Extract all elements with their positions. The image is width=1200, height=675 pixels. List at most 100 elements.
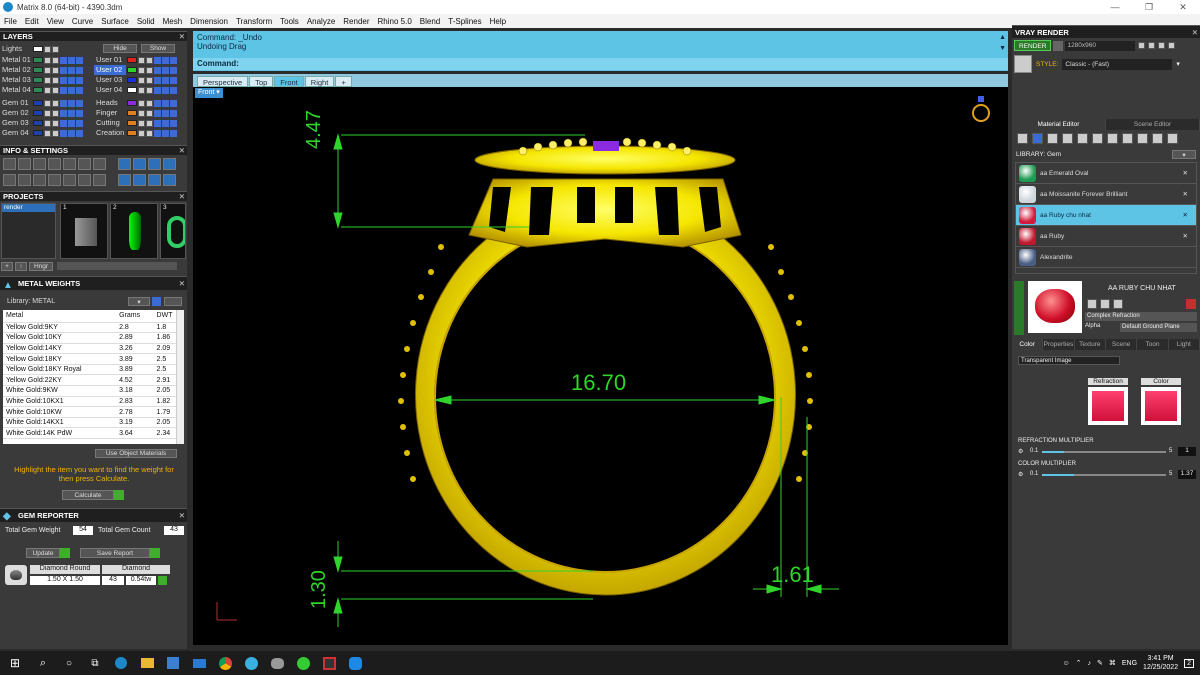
- style-thumbnail-icon[interactable]: [1014, 55, 1032, 73]
- tab-front[interactable]: Front: [274, 76, 304, 87]
- table-row[interactable]: Yellow Gold:18KY Royal 3.89 2.5: [3, 364, 184, 376]
- grid-view-icon[interactable]: [3, 174, 16, 186]
- material-action-2-icon[interactable]: [1100, 299, 1110, 309]
- layer-more-icon[interactable]: [170, 66, 177, 74]
- material-library-select[interactable]: ▾: [1172, 149, 1196, 159]
- tab-properties[interactable]: Properties: [1043, 339, 1075, 350]
- layer-lock-icon[interactable]: [138, 129, 145, 137]
- layer-option-icon[interactable]: [162, 129, 169, 137]
- layer-visible-icon[interactable]: [52, 76, 59, 84]
- layer-row[interactable]: User 03: [94, 75, 186, 85]
- viewport-front[interactable]: Front ▾ 4.47 16.70 1.30 1.61: [193, 87, 1008, 645]
- layer-more-icon[interactable]: [170, 119, 177, 127]
- vray-icon-d[interactable]: [1168, 42, 1176, 49]
- layer-option-icon[interactable]: [68, 109, 75, 117]
- layer-more-icon[interactable]: [170, 56, 177, 64]
- table-row[interactable]: White Gold:10KX1 2.83 1.82: [3, 396, 184, 408]
- layer-lock-icon[interactable]: [44, 56, 51, 64]
- metal-weights-table[interactable]: Metal Grams DWT Yellow Gold:9KY 2.8 1.8 Yellow…: [3, 310, 184, 444]
- material-tool-8-icon[interactable]: [1122, 133, 1133, 144]
- scroll-up-icon[interactable]: ▲: [999, 34, 1006, 41]
- menu-blend[interactable]: Blend: [416, 17, 444, 26]
- layer-color-swatch[interactable]: [127, 67, 137, 73]
- layer-color-swatch[interactable]: [127, 77, 137, 83]
- tab-perspective[interactable]: Perspective: [197, 76, 249, 87]
- add-project-button[interactable]: +: [1, 262, 13, 271]
- tool-b-icon[interactable]: [133, 174, 146, 186]
- library-select[interactable]: ▾: [128, 297, 150, 306]
- project-thumb-3[interactable]: 3: [160, 203, 186, 259]
- upload-project-button[interactable]: ↑: [15, 262, 27, 271]
- layer-visible-icon[interactable]: [52, 86, 59, 94]
- menu-edit[interactable]: Edit: [21, 17, 43, 26]
- color-value[interactable]: 1.37: [1178, 470, 1196, 479]
- remove-material-icon[interactable]: ✕: [1183, 169, 1188, 177]
- command-input[interactable]: Command:: [193, 58, 1008, 70]
- render-view-icon[interactable]: [63, 174, 76, 186]
- layer-lock-icon[interactable]: [44, 99, 51, 107]
- material-action-3-icon[interactable]: [1113, 299, 1123, 309]
- tab-toon[interactable]: Toon: [1137, 339, 1169, 350]
- close-icon[interactable]: ✕: [179, 277, 185, 291]
- layer-select-icon[interactable]: [154, 109, 161, 117]
- layer-select-icon[interactable]: [154, 129, 161, 137]
- menu-transform[interactable]: Transform: [232, 17, 276, 26]
- layer-color-swatch[interactable]: [33, 77, 43, 83]
- project-thumb-2[interactable]: 2: [110, 203, 158, 259]
- material-tool-1-icon[interactable]: [1017, 133, 1028, 144]
- task-view-icon[interactable]: ⧉: [82, 651, 108, 675]
- tab-material-editor[interactable]: Material Editor: [1012, 119, 1106, 130]
- layer-row[interactable]: Finger: [94, 108, 186, 118]
- layer-color-swatch[interactable]: [127, 130, 137, 136]
- layer-visible-icon[interactable]: [146, 119, 153, 127]
- tab-texture[interactable]: Texture: [1074, 339, 1106, 350]
- material-tool-2-icon[interactable]: [1032, 133, 1043, 144]
- layer-row[interactable]: Creation: [94, 128, 186, 138]
- layer-option-icon[interactable]: [162, 109, 169, 117]
- material-list-item[interactable]: aa Ruby chu nhat ✕: [1016, 205, 1196, 226]
- render-button[interactable]: RENDER: [1014, 40, 1052, 51]
- close-icon[interactable]: ✕: [1192, 26, 1198, 39]
- store-icon[interactable]: [160, 651, 186, 675]
- scroll-down-icon[interactable]: ▼: [999, 45, 1006, 52]
- file-explorer-icon[interactable]: [134, 651, 160, 675]
- layer-lock-icon[interactable]: [44, 86, 51, 94]
- style-dropdown-icon[interactable]: ▾: [1176, 60, 1180, 68]
- layer-select-icon[interactable]: [154, 66, 161, 74]
- layer-visible-icon[interactable]: [52, 45, 59, 53]
- layer-more-icon[interactable]: [170, 129, 177, 137]
- object-tool-icon[interactable]: [48, 158, 61, 170]
- update-button[interactable]: Update: [26, 548, 70, 558]
- menu-tsplines[interactable]: T-Splines: [444, 17, 485, 26]
- layer-option-icon[interactable]: [68, 66, 75, 74]
- project-list-item[interactable]: render: [2, 204, 55, 212]
- refraction-slider[interactable]: [1042, 451, 1166, 453]
- material-list-item[interactable]: aa Ruby ✕: [1016, 226, 1196, 247]
- material-list-item[interactable]: aa Moissanite Forever Brilliant ✕: [1016, 184, 1196, 205]
- measure-tool-icon[interactable]: [63, 158, 76, 170]
- material-tool-5-icon[interactable]: [1077, 133, 1088, 144]
- layer-color-swatch[interactable]: [127, 57, 137, 63]
- layer-visible-icon[interactable]: [52, 129, 59, 137]
- menu-render[interactable]: Render: [339, 17, 373, 26]
- layer-row[interactable]: Gem 02: [0, 108, 92, 118]
- layer-select-icon[interactable]: [154, 86, 161, 94]
- project-thumb-1[interactable]: 1: [60, 203, 108, 259]
- column-header[interactable]: Grams: [116, 310, 154, 323]
- material-list[interactable]: aa Emerald Oval ✕ aa Moissanite Forever Br…: [1015, 162, 1197, 274]
- material-tool-7-icon[interactable]: [1107, 133, 1118, 144]
- vray-icon-b[interactable]: [1148, 42, 1156, 49]
- app-green-icon[interactable]: [290, 651, 316, 675]
- layer-lock-icon[interactable]: [138, 119, 145, 127]
- layer-lock-icon[interactable]: [138, 109, 145, 117]
- layer-option-icon[interactable]: [68, 129, 75, 137]
- shade-view-icon[interactable]: [78, 174, 91, 186]
- layer-option-icon[interactable]: [68, 99, 75, 107]
- layer-option-icon[interactable]: [162, 56, 169, 64]
- layer-select-icon[interactable]: [154, 119, 161, 127]
- cortana-icon[interactable]: ○: [56, 651, 82, 675]
- start-button[interactable]: ⊞: [0, 651, 30, 675]
- menu-file[interactable]: File: [0, 17, 21, 26]
- layer-visible-icon[interactable]: [146, 86, 153, 94]
- material-list-item[interactable]: Alexandrite: [1016, 247, 1196, 268]
